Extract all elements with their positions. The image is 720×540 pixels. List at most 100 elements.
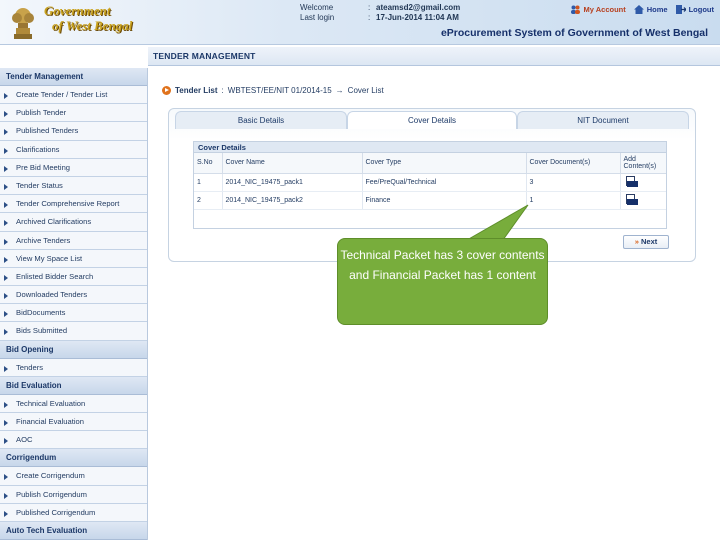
sidebar-item-published-corrigendum[interactable]: Published Corrigendum	[0, 503, 147, 522]
cell-sno: 2	[194, 191, 223, 210]
sidebar-item-bid-opening-tenders[interactable]: Tenders	[0, 358, 147, 377]
sidebar-item-downloaded-tenders[interactable]: Downloaded Tenders	[0, 286, 147, 305]
breadcrumb-arrow: →	[335, 86, 344, 95]
home-icon	[633, 5, 644, 14]
arrow-right-icon	[4, 165, 8, 172]
page-title: TENDER MANAGEMENT	[148, 47, 720, 66]
sidebar-item-create-tender[interactable]: Create Tender / Tender List	[0, 86, 147, 105]
sidebar-item-enlisted-bidder-search[interactable]: Enlisted Bidder Search	[0, 267, 147, 287]
state-emblem-icon	[12, 8, 34, 39]
top-links: My Account Home Logout	[570, 5, 714, 14]
sidebar-item-bids-submitted[interactable]: Bids Submitted	[0, 322, 147, 341]
arrow-right-icon	[4, 365, 8, 372]
double-arrow-icon: »	[634, 237, 639, 246]
portal-title: eProcurement System of Government of Wes…	[440, 27, 708, 39]
col-add-contents: Add Content(s)	[620, 153, 666, 174]
arrow-right-icon	[4, 438, 8, 445]
col-sno: S.No	[194, 153, 223, 174]
cell-cover-type: Finance	[362, 191, 527, 210]
sidebar-item-bid-documents[interactable]: BidDocuments	[0, 304, 147, 323]
breadcrumb-current: Cover List	[347, 86, 384, 95]
sidebar-item-view-my-space-list[interactable]: View My Space List	[0, 249, 147, 268]
col-cover-documents: Cover Document(s)	[526, 153, 621, 174]
arrow-right-icon	[4, 311, 8, 318]
cell-add-content	[620, 173, 666, 192]
arrow-bullet-icon	[162, 86, 171, 95]
cell-sno: 1	[194, 173, 223, 192]
sidebar-item-published-tenders[interactable]: Published Tenders	[0, 122, 147, 141]
user-session-info: Welcome : ateamsd2@gmail.com Last login …	[300, 3, 461, 22]
tab-nit-document[interactable]: NIT Document	[517, 111, 689, 129]
breadcrumb: Tender List : WBTEST/EE/NIT 01/2014-15 →…	[162, 86, 384, 95]
add-document-icon[interactable]	[625, 175, 638, 187]
cover-details-table: S.No Cover Name Cover Type Cover Documen…	[194, 153, 666, 210]
sidebar-section-bid-evaluation[interactable]: Bid Evaluation	[0, 376, 147, 395]
arrow-right-icon	[4, 329, 8, 336]
breadcrumb-tender-list-link[interactable]: Tender List	[175, 86, 218, 95]
cell-cover-docs: 3	[526, 173, 621, 192]
tab-cover-details[interactable]: Cover Details	[347, 111, 517, 129]
my-account-link[interactable]: My Account	[570, 5, 626, 14]
sidebar-item-tender-status[interactable]: Tender Status	[0, 176, 147, 196]
table-row: 1 2014_NIC_19475_pack1 Fee/PreQual/Techn…	[194, 173, 666, 192]
arrow-right-icon	[4, 129, 8, 136]
arrow-right-icon	[4, 474, 8, 481]
col-cover-name: Cover Name	[222, 153, 363, 174]
arrow-right-icon	[4, 183, 8, 190]
welcome-label: Welcome	[300, 3, 334, 12]
sidebar-item-financial-evaluation[interactable]: Financial Evaluation	[0, 413, 147, 432]
next-button[interactable]: » Next	[623, 235, 669, 249]
sidebar-item-aoc[interactable]: AOC	[0, 431, 147, 450]
sidebar-item-archive-tenders[interactable]: Archive Tenders	[0, 231, 147, 250]
arrow-right-icon	[4, 401, 8, 408]
arrow-right-icon	[4, 93, 8, 99]
sidebar-item-create-corrigendum[interactable]: Create Corrigendum	[0, 467, 147, 486]
welcome-user: ateamsd2@gmail.com	[376, 3, 461, 12]
arrow-right-icon	[4, 147, 8, 154]
government-title: Government of West Bengal	[44, 3, 133, 33]
sidebar-section-tender-management[interactable]: Tender Management	[0, 68, 147, 86]
page-header: Government of West Bengal Welcome : atea…	[0, 0, 720, 45]
arrow-right-icon	[4, 111, 8, 118]
arrow-right-icon	[4, 492, 8, 499]
arrow-right-icon	[4, 293, 8, 300]
tab-bar: Basic Details Cover Details NIT Document	[175, 111, 689, 129]
arrow-right-icon	[4, 202, 8, 209]
cell-cover-type: Fee/PreQual/Technical	[362, 173, 527, 192]
cell-cover-docs: 1	[526, 191, 621, 210]
cover-details-box: Cover Details S.No Cover Name Cover Type…	[193, 141, 667, 229]
last-login-label: Last login	[300, 13, 335, 22]
logout-link[interactable]: Logout	[675, 5, 714, 14]
breadcrumb-tender-ref: WBTEST/EE/NIT 01/2014-15	[227, 86, 332, 95]
cell-cover-name: 2014_NIC_19475_pack1	[222, 173, 363, 192]
sidebar-item-clarifications[interactable]: Clarifications	[0, 140, 147, 159]
arrow-right-icon	[4, 510, 8, 517]
sidebar-item-tender-comprehensive-report[interactable]: Tender Comprehensive Report	[0, 195, 147, 214]
cell-cover-name: 2014_NIC_19475_pack2	[222, 191, 363, 210]
tab-basic-details[interactable]: Basic Details	[175, 111, 347, 129]
table-row: 2 2014_NIC_19475_pack2 Finance 1	[194, 191, 666, 210]
arrow-right-icon	[4, 274, 8, 281]
sidebar-section-corrigendum[interactable]: Corrigendum	[0, 449, 147, 468]
sidebar-item-publish-corrigendum[interactable]: Publish Corrigendum	[0, 485, 147, 504]
arrow-right-icon	[4, 238, 8, 245]
arrow-right-icon	[4, 420, 8, 426]
annotation-callout: Technical Packet has 3 cover contents an…	[337, 238, 548, 325]
logout-icon	[675, 5, 686, 14]
arrow-right-icon	[4, 220, 8, 227]
sidebar-section-bid-opening[interactable]: Bid Opening	[0, 340, 147, 359]
add-document-icon[interactable]	[625, 193, 638, 205]
col-cover-type: Cover Type	[362, 153, 527, 174]
cell-add-content	[620, 191, 666, 210]
arrow-right-icon	[4, 256, 8, 263]
users-icon	[570, 5, 580, 14]
sidebar-section-auto-tech-evaluation[interactable]: Auto Tech Evaluation	[0, 521, 147, 540]
home-link[interactable]: Home	[633, 5, 668, 14]
sidebar-item-pre-bid-meeting[interactable]: Pre Bid Meeting	[0, 158, 147, 177]
cover-details-title: Cover Details	[194, 142, 666, 153]
last-login-value: 17-Jun-2014 11:04 AM	[376, 13, 459, 22]
sidebar-item-technical-evaluation[interactable]: Technical Evaluation	[0, 394, 147, 413]
sidebar-item-publish-tender[interactable]: Publish Tender	[0, 104, 147, 123]
sidebar: Tender Management Create Tender / Tender…	[0, 68, 148, 540]
sidebar-item-archived-clarifications[interactable]: Archived Clarifications	[0, 213, 147, 232]
